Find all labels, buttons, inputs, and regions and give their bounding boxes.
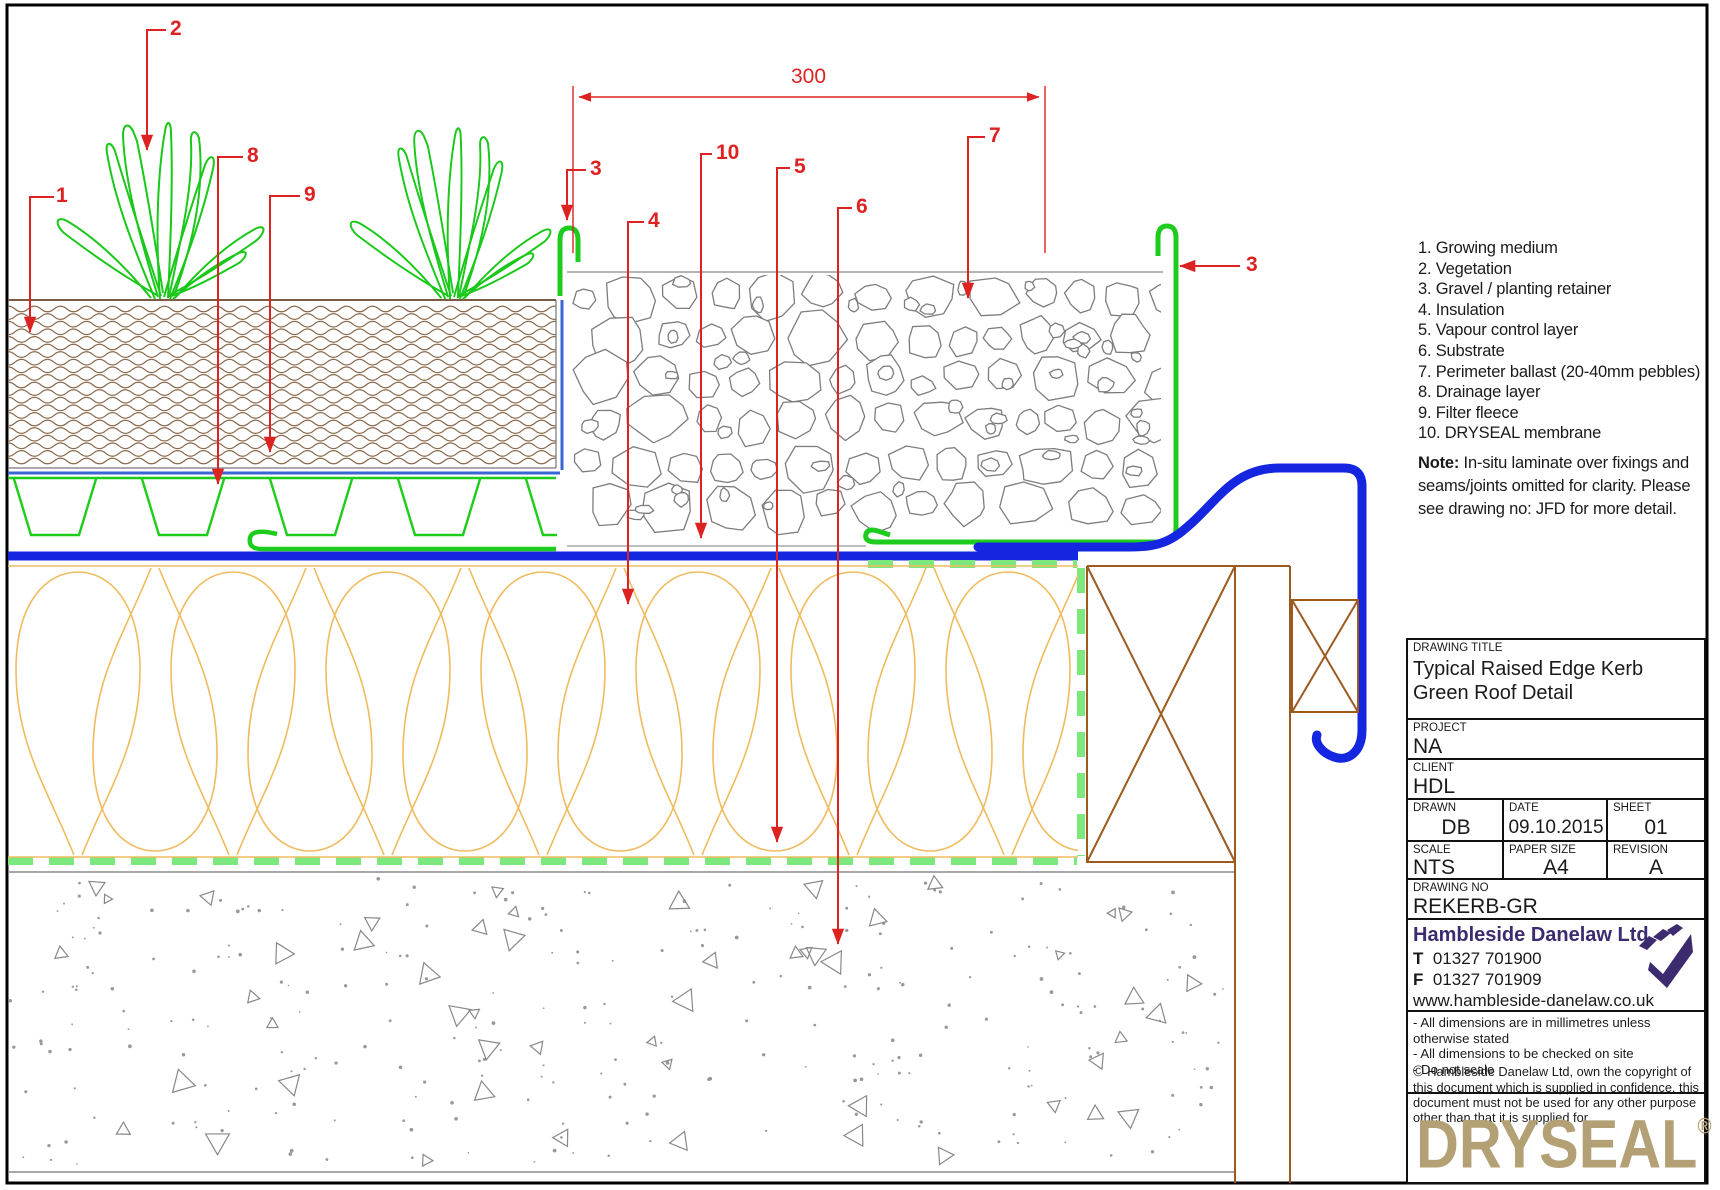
dryseal-wordmark: DRYSEAL bbox=[1416, 1105, 1697, 1182]
scale-value: NTS bbox=[1413, 856, 1455, 880]
callout-7: 7 bbox=[989, 125, 1001, 146]
drawing-no-label: DRAWING NO bbox=[1413, 882, 1489, 894]
substrate-boundary-lines bbox=[8, 872, 1235, 1172]
legend-item: 1. Growing medium bbox=[1418, 238, 1710, 259]
vapour-control-layer bbox=[8, 564, 1081, 861]
tel-value: 01327 701900 bbox=[1433, 949, 1542, 968]
project-row: PROJECT NA bbox=[1408, 720, 1704, 760]
company-website: www.hambleside-danelaw.co.uk bbox=[1413, 991, 1654, 1011]
date-value: 09.10.2015 bbox=[1504, 817, 1608, 839]
brand-row: DRYSEAL® bbox=[1408, 1094, 1704, 1186]
timber-kerb bbox=[1087, 566, 1358, 1183]
general-note-line: - All dimensions are in millimetres unle… bbox=[1413, 1015, 1704, 1046]
revision-label: REVISION bbox=[1613, 844, 1668, 856]
drawing-no-value: REKERB-GR bbox=[1413, 895, 1538, 919]
registered-mark: ® bbox=[1697, 1114, 1711, 1138]
company-logo-icon bbox=[1636, 924, 1698, 990]
growing-medium-edge bbox=[8, 300, 556, 468]
legend-item: 4. Insulation bbox=[1418, 300, 1710, 321]
callout-2: 2 bbox=[170, 18, 182, 39]
general-note-line: - All dimensions to be checked on site bbox=[1413, 1046, 1704, 1062]
legend-item: 7. Perimeter ballast (20-40mm pebbles) bbox=[1418, 362, 1710, 383]
callout-6: 6 bbox=[856, 196, 868, 217]
paper-size-value: A4 bbox=[1504, 856, 1608, 880]
client-row: CLIENT HDL bbox=[1408, 760, 1704, 800]
general-notes-row: - All dimensions are in millimetres unle… bbox=[1408, 1012, 1704, 1094]
legend-item: 10. DRYSEAL membrane bbox=[1418, 423, 1710, 444]
insulation-layer bbox=[16, 568, 1147, 855]
vegetation bbox=[58, 123, 551, 299]
legend-item: 5. Vapour control layer bbox=[1418, 320, 1710, 341]
client-label: CLIENT bbox=[1413, 762, 1454, 774]
scale-paper-revision-row: SCALE NTS PAPER SIZE A4 REVISION A bbox=[1408, 842, 1704, 880]
fax-value: 01327 701909 bbox=[1433, 970, 1542, 989]
drainage-layer bbox=[8, 478, 608, 535]
paper-size-label: PAPER SIZE bbox=[1509, 844, 1576, 856]
plant-left bbox=[58, 123, 264, 299]
legend-item: 8. Drainage layer bbox=[1418, 382, 1710, 403]
legend-item: 2. Vegetation bbox=[1418, 259, 1710, 280]
copyright-symbol: © bbox=[1413, 1064, 1424, 1080]
company-tel: T 01327 701900 bbox=[1413, 949, 1542, 969]
drawn-value: DB bbox=[1408, 816, 1504, 840]
callout-10: 10 bbox=[716, 142, 739, 163]
client-value: HDL bbox=[1413, 775, 1455, 799]
note: Note: In-situ laminate over fixings and … bbox=[1418, 452, 1710, 521]
tel-label: T bbox=[1413, 949, 1423, 968]
callout-3-right: 3 bbox=[1246, 254, 1258, 275]
drawn-date-sheet-row: DRAWN DB DATE 09.10.2015 SHEET 01 bbox=[1408, 800, 1704, 842]
perimeter-ballast-pebbles bbox=[573, 272, 1187, 535]
plant-right bbox=[351, 128, 551, 299]
drawing-sheet: 1 2 8 9 3 4 10 5 6 7 3 300 1. Growing me… bbox=[0, 0, 1720, 1190]
drawing-title-line2: Green Roof Detail bbox=[1413, 681, 1643, 705]
callout-4: 4 bbox=[648, 210, 660, 231]
legend-item: 6. Substrate bbox=[1418, 341, 1710, 362]
dimension-extension-lines bbox=[573, 86, 1045, 253]
growing-medium-hatch bbox=[0, 306, 574, 464]
callout-1: 1 bbox=[56, 185, 68, 206]
callout-8: 8 bbox=[247, 145, 259, 166]
sheet-value: 01 bbox=[1608, 816, 1704, 840]
callout-leaders bbox=[30, 30, 1240, 944]
date-label: DATE bbox=[1509, 802, 1539, 814]
drawing-title-row: DRAWING TITLE Typical Raised Edge Kerb G… bbox=[1408, 640, 1704, 720]
callout-5: 5 bbox=[794, 156, 806, 177]
drawing-title-label: DRAWING TITLE bbox=[1413, 642, 1502, 654]
scale-label: SCALE bbox=[1413, 844, 1451, 856]
callout-3-left: 3 bbox=[590, 158, 602, 179]
drawing-no-row: DRAWING NO REKERB-GR bbox=[1408, 880, 1704, 920]
sheet-label: SHEET bbox=[1613, 802, 1651, 814]
substrate-stipple bbox=[9, 875, 1224, 1166]
fax-label: F bbox=[1413, 970, 1423, 989]
revision-value: A bbox=[1608, 856, 1704, 880]
legend-item: 3. Gravel / planting retainer bbox=[1418, 279, 1710, 300]
insulation-boundary-lines bbox=[8, 566, 1078, 857]
drawing-title-line1: Typical Raised Edge Kerb bbox=[1413, 657, 1643, 681]
note-label: Note: bbox=[1418, 454, 1459, 472]
legend-item: 9. Filter fleece bbox=[1418, 403, 1710, 424]
dryseal-logo: DRYSEAL® bbox=[1416, 1104, 1712, 1183]
callout-9: 9 bbox=[304, 184, 316, 205]
retainer-left bbox=[560, 228, 578, 296]
project-label: PROJECT bbox=[1413, 722, 1467, 734]
note-text: In-situ laminate over fixings and seams/… bbox=[1418, 454, 1690, 518]
company-name: Hambleside Danelaw Ltd bbox=[1413, 924, 1649, 947]
drawn-label: DRAWN bbox=[1413, 802, 1456, 814]
company-fax: F 01327 701909 bbox=[1413, 970, 1542, 990]
title-block: DRAWING TITLE Typical Raised Edge Kerb G… bbox=[1406, 638, 1706, 1184]
legend: 1. Growing medium2. Vegetation3. Gravel … bbox=[1418, 238, 1710, 444]
project-value: NA bbox=[1413, 735, 1442, 759]
dimension-label: 300 bbox=[791, 66, 826, 87]
company-row: Hambleside Danelaw Ltd T 01327 701900 F … bbox=[1408, 920, 1704, 1012]
